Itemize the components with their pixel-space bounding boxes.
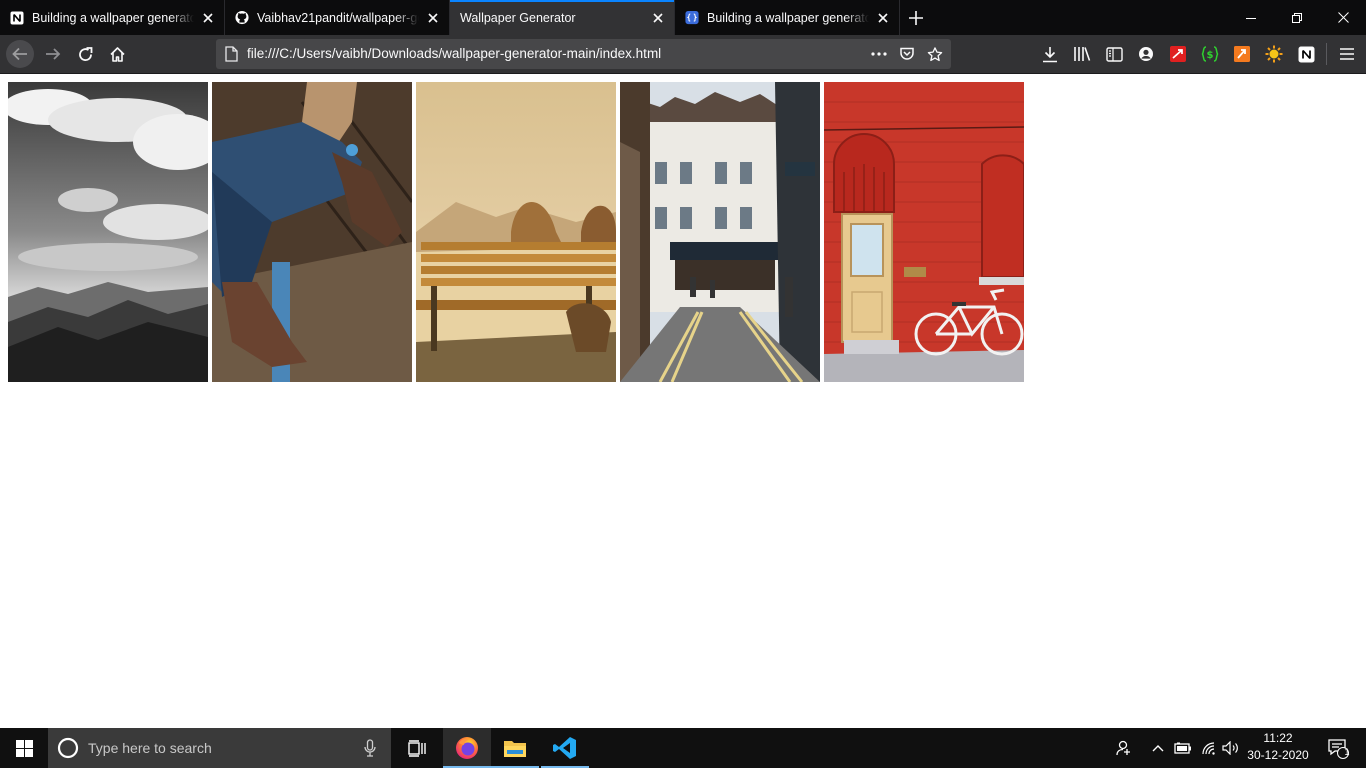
microphone-icon[interactable] <box>364 739 376 757</box>
home-icon <box>109 46 125 62</box>
extension-sun-icon[interactable] <box>1265 45 1283 63</box>
restore-icon <box>1292 12 1302 23</box>
reload-icon <box>78 46 92 61</box>
home-button[interactable] <box>102 39 132 69</box>
vscode-icon <box>553 737 576 759</box>
page-icon <box>223 46 239 62</box>
tab-notion[interactable]: Building a wallpaper generator <box>0 0 225 35</box>
restore-button[interactable] <box>1274 0 1320 35</box>
tab-title: Building a wallpaper generator <box>707 10 869 25</box>
back-arrow-icon <box>6 40 34 68</box>
window-controls <box>1228 0 1366 35</box>
taskbar-search-box[interactable]: Type here to search <box>48 728 391 768</box>
taskbar-vscode[interactable] <box>541 728 589 768</box>
reload-button[interactable] <box>70 39 100 69</box>
pocket-icon[interactable] <box>899 46 915 62</box>
cortana-icon <box>57 737 79 759</box>
close-window-button[interactable] <box>1320 0 1366 35</box>
people-icon <box>1116 740 1130 756</box>
wallpaper-city-street <box>620 82 820 382</box>
windows-logo-icon <box>15 739 33 757</box>
tab-wallpaper-generator[interactable]: Wallpaper Generator <box>450 0 675 35</box>
extension-orange-icon[interactable] <box>1233 45 1251 63</box>
wifi-button[interactable] <box>1198 728 1220 768</box>
notion-icon <box>10 11 24 25</box>
github-icon <box>235 10 249 25</box>
navigation-toolbar: file:///C:/Users/vaibh/Downloads/wallpap… <box>0 35 1366 74</box>
tab-code-sandbox[interactable]: Building a wallpaper generator <box>675 0 900 35</box>
back-button[interactable] <box>5 39 35 69</box>
extension-dollar-icon[interactable]: $ <box>1201 45 1219 63</box>
search-placeholder: Type here to search <box>88 740 212 756</box>
taskbar-file-explorer[interactable] <box>491 728 539 768</box>
toolbar-separator <box>1326 43 1327 65</box>
task-view-button[interactable] <box>397 728 437 768</box>
close-icon[interactable] <box>875 10 891 26</box>
chevron-up-icon <box>1152 745 1164 752</box>
bookmark-star-icon[interactable] <box>927 46 943 62</box>
forward-button[interactable] <box>38 39 68 69</box>
address-bar[interactable]: file:///C:/Users/vaibh/Downloads/wallpap… <box>216 39 951 69</box>
start-button[interactable] <box>0 728 48 768</box>
minimize-button[interactable] <box>1228 0 1274 35</box>
people-button[interactable] <box>1110 728 1138 768</box>
wallpaper-park-bench <box>416 82 616 382</box>
close-icon[interactable] <box>425 10 441 26</box>
tab-github[interactable]: Vaibhav21pandit/wallpaper-generator <box>225 0 450 35</box>
wallpaper-clouds-mountains <box>8 82 208 382</box>
plus-icon <box>909 10 923 25</box>
wifi-icon <box>1202 742 1215 755</box>
taskbar-firefox[interactable] <box>443 728 491 768</box>
wallpaper-red-wall-bicycle <box>824 82 1024 382</box>
code-icon <box>685 10 699 25</box>
notification-count: 1 <box>1344 747 1350 757</box>
taskbar-clock[interactable]: 11:22 30-12-2020 <box>1244 730 1312 764</box>
extension-red-icon[interactable] <box>1169 45 1187 63</box>
forward-arrow-icon <box>46 48 61 60</box>
tab-title: Vaibhav21pandit/wallpaper-generator <box>257 10 419 25</box>
close-icon <box>1337 12 1349 23</box>
close-icon[interactable] <box>650 10 666 26</box>
tab-title: Building a wallpaper generator <box>32 10 194 25</box>
new-tab-button[interactable] <box>900 0 932 35</box>
minimize-icon <box>1246 17 1256 19</box>
windows-taskbar: Type here to search 11:22 30-12-2020 1 <box>0 728 1366 768</box>
svg-text:$: $ <box>1207 50 1214 61</box>
more-icon[interactable] <box>871 46 887 62</box>
battery-button[interactable] <box>1172 728 1194 768</box>
show-hidden-icons-button[interactable] <box>1148 728 1168 768</box>
clock-date: 30-12-2020 <box>1247 748 1309 762</box>
hamburger-menu-icon[interactable] <box>1338 45 1356 63</box>
tab-title: Wallpaper Generator <box>460 10 576 25</box>
battery-icon <box>1174 742 1191 754</box>
speaker-icon <box>1221 741 1238 755</box>
firefox-icon <box>456 737 478 759</box>
close-icon[interactable] <box>200 10 216 26</box>
sidebar-icon[interactable] <box>1105 45 1123 63</box>
action-center-button[interactable]: 1 <box>1318 728 1358 768</box>
clock-time: 11:22 <box>1263 731 1293 745</box>
wallpaper-boots <box>212 82 412 382</box>
tab-strip: Building a wallpaper generator Vaibhav21… <box>0 0 1366 35</box>
account-icon[interactable] <box>1137 45 1155 63</box>
volume-button[interactable] <box>1220 728 1240 768</box>
folder-icon <box>504 741 526 757</box>
url-text[interactable]: file:///C:/Users/vaibh/Downloads/wallpap… <box>247 46 661 61</box>
notion-icon[interactable] <box>1297 45 1315 63</box>
library-icon[interactable] <box>1073 45 1091 63</box>
task-view-icon <box>407 739 426 757</box>
download-icon[interactable] <box>1041 45 1059 63</box>
